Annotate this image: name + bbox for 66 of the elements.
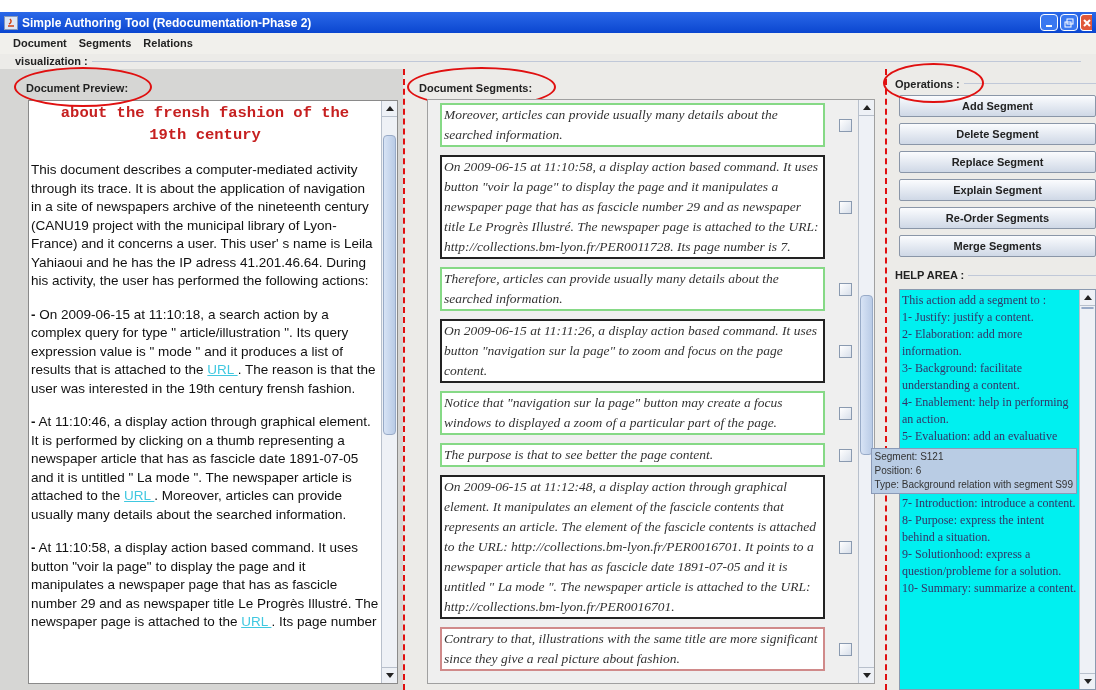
checkbox[interactable] — [839, 344, 852, 358]
checkbox[interactable] — [839, 642, 852, 656]
restore-icon — [1064, 17, 1074, 28]
scroll-up-icon[interactable] — [385, 106, 394, 111]
minimize-button[interactable] — [1040, 14, 1058, 31]
minimize-icon — [1046, 24, 1052, 27]
help-text-line: This action add a segment to : — [902, 292, 1047, 309]
help-text-line: 9- Solutionhood: express a question/probleme for a solution. — [902, 546, 1063, 580]
operation-button[interactable]: Re-Order Segments — [899, 207, 1096, 229]
operation-button[interactable]: Replace Segment — [899, 151, 1096, 173]
segment-text-box[interactable]: Contrary to that, illustrations with the same title are more significant since they give a real picture about fashion. — [440, 627, 825, 671]
menu-item[interactable]: Relations — [143, 35, 193, 52]
operation-button[interactable]: Explain Segment — [899, 179, 1096, 201]
section-label: visualization : — [15, 54, 88, 70]
panel-label: HELP AREA : — [895, 267, 965, 283]
checkbox[interactable] — [839, 406, 852, 420]
checkbox[interactable] — [839, 200, 852, 214]
segment-text-box[interactable]: On 2009-06-15 at 11:12:48, a display action through graphical element. It manipulates an element of the fascicle contents that represents an article. The element of the fascicle contents is attached to the URL: http://collections.bm-lyon.fr/PER0016701. It points to a newspaper article that has as fascicle date 1891-07-05 and it is untitled " La mode ". The newspaper article is attached to the URL: http://collections.bm-lyon.fr/PER0016701. — [440, 475, 825, 619]
scroll-up-icon[interactable] — [862, 105, 871, 110]
menu-item[interactable]: Segments — [78, 35, 132, 52]
panel-label: Document Segments: — [419, 82, 533, 94]
segment-text-box[interactable]: On 2009-06-15 at 11:10:58, a display action based command. It uses button "voir la page" to display the page and it manipulates a newspaper page that has as fascicle number 29 and as newspaper title Le Progrès Illustré. The newspaper page is attached to the URL: http://collections.bm-lyon.fr/PER0011728. Its page number is 7. — [440, 155, 825, 259]
panel-label: Operations : — [895, 78, 960, 90]
tooltip: Segment: S121 Position: 6 Type: Background relation with segment S99 — [870, 448, 1077, 494]
scrollbar[interactable] — [858, 100, 874, 683]
java-app-icon — [4, 15, 18, 30]
paragraph: This document describes a computer-mediated activity through its trace. It is about the application of navigation in a site of newspapers archive of the nineteenth century (CANU19 project with the municipal library of Lyon-France) and it concerns a user. This user' s name is Leila Yahiaoui and he has the IP adress 41.201.46.64. During his activity, the user has performed the following actions: — [31, 161, 374, 290]
paragraph: - At 11:10:46, a display action through graphical element. It is performed by clicking on a thumb representing a newspaper article that has as fascicle date 1891-07-05 and it is untitled " La mode ". The newspaper article is attached to the URL . Moreover, articles can provide usually many details about the searched information. — [31, 413, 372, 524]
scroll-up-icon[interactable] — [1083, 295, 1092, 300]
checkbox[interactable] — [839, 118, 852, 132]
scrollbar[interactable] — [381, 101, 397, 683]
scrollbar-thumb[interactable] — [860, 295, 873, 455]
help-text-line: 10- Summary: summarize a content. — [902, 580, 1077, 597]
help-text-line: 3- Background: facilitate understanding a content. — [902, 360, 1023, 394]
scrollbar[interactable] — [1079, 290, 1095, 689]
help-text-line: 2- Elaboration: add more information. — [902, 326, 1024, 360]
operation-button[interactable]: Merge Segments — [899, 235, 1096, 257]
help-text-line: 7- Introduction: introduce a content. — [902, 495, 1077, 512]
menu-item[interactable]: Document — [13, 35, 67, 52]
scroll-down-icon[interactable] — [385, 673, 394, 678]
checkbox[interactable] — [839, 540, 852, 554]
segment-text-box[interactable]: On 2009-06-15 at 11:11:26, a display action based command. It uses button "navigation sur la page" to zoom and focus on the page content. — [440, 319, 825, 383]
scrollbar-thumb[interactable] — [1081, 307, 1094, 309]
scrollbar-thumb[interactable] — [383, 135, 396, 435]
help-text-line: 1- Justify: justify a content. — [902, 309, 1035, 326]
help-text-line: 5- Evaluation: add an evaluative — [902, 428, 1059, 445]
help-text-line: 8- Purpose: express the intent behind a situation. — [902, 512, 1045, 546]
segment-text-box[interactable]: Therefore, articles can provide usually many details about the searched information. — [440, 267, 825, 311]
help-text-line: 4- Enablement: help in performing an action. — [902, 394, 1070, 428]
checkbox[interactable] — [839, 448, 852, 462]
maximize-button[interactable] — [1060, 14, 1078, 31]
document-title: about the frensh fashion of the 19th century — [59, 103, 351, 146]
panel-label: Document Preview: — [26, 82, 129, 94]
operation-button[interactable]: Add Segment — [899, 95, 1096, 117]
operation-button[interactable]: Delete Segment — [899, 123, 1096, 145]
segment-text-box[interactable]: Moreover, articles can provide usually many details about the searched information. — [440, 103, 825, 147]
scroll-down-icon[interactable] — [1083, 679, 1092, 684]
segment-text-box[interactable]: The purpose is that to see better the page content. — [440, 443, 825, 467]
scroll-down-icon[interactable] — [862, 673, 871, 678]
close-button[interactable] — [1080, 14, 1092, 31]
window-title: Simple Authoring Tool (Redocumentation-Phase 2) — [22, 14, 312, 32]
segment-text-box[interactable]: Notice that "navigation sur la page" button may create a focus windows to displayed a zoom of a particular part of the page. — [440, 391, 825, 435]
paragraph: - On 2009-06-15 at 11:10:18, a search action by a complex query for type " article/illustration ". Its query expression value is " mode " and it produces a list of results that is attached to the URL . The reason is that the user was interested in the 19th century frensh fashion. — [31, 305, 377, 398]
checkbox[interactable] — [839, 282, 852, 296]
paragraph: - At 11:10:58, a display action based command. It uses button "voir la page" to display the page and it manipulates a newspaper page that has as fascicle number 29 and as newspaper title Le Progrès Illustré. The newspaper page is attached to the URL . Its page number — [31, 539, 379, 631]
close-icon — [1082, 18, 1091, 27]
